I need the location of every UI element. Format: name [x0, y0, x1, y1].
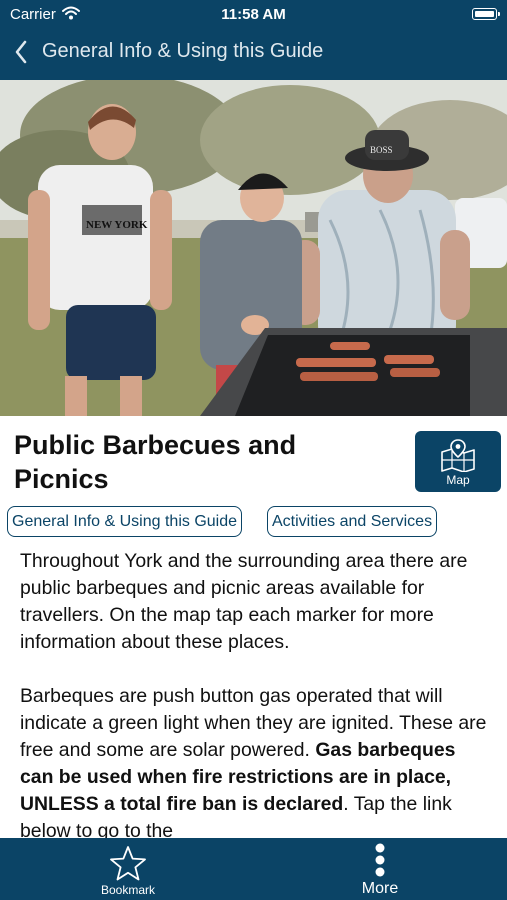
bookmark-tab-label: Bookmark — [100, 883, 156, 897]
map-button-label: Map — [446, 473, 470, 487]
status-bar: Carrier 11:58 AM — [0, 0, 507, 30]
status-time: 11:58 AM — [221, 6, 286, 23]
tag-general-info[interactable]: General Info & Using this Guide — [7, 506, 243, 537]
top-bar: Carrier 11:58 AM General Info & Using th… — [0, 0, 507, 80]
chevron-left-icon — [14, 40, 28, 69]
bookmark-tab[interactable]: Bookmark — [88, 838, 168, 900]
map-icon — [439, 438, 477, 477]
page-title: Public Barbecues and Picnics — [14, 430, 297, 494]
back-button-label: General Info & Using this Guide — [42, 40, 324, 62]
paragraph: Throughout York and the surrounding area… — [20, 550, 468, 653]
more-tab-label: More — [361, 880, 399, 897]
hero-photo: BOSS NEW YORK — [0, 80, 507, 416]
shirt-print-text: NEW YORK — [86, 219, 148, 231]
more-dots-icon — [373, 843, 387, 884]
battery-icon — [472, 8, 500, 20]
map-button[interactable]: Map — [415, 431, 501, 492]
paragraph: Barbeques are push button gas operated t… — [20, 683, 490, 838]
article-body: Throughout York and the surrounding area… — [20, 548, 490, 838]
tab-bar: Bookmark More — [0, 838, 507, 900]
more-tab[interactable]: More — [345, 838, 415, 900]
tag-activities-services[interactable]: Activities and Services — [267, 506, 438, 537]
back-button[interactable]: General Info & Using this Guide — [0, 36, 507, 70]
star-icon — [109, 845, 147, 887]
cap-logo-text: BOSS — [370, 145, 393, 155]
